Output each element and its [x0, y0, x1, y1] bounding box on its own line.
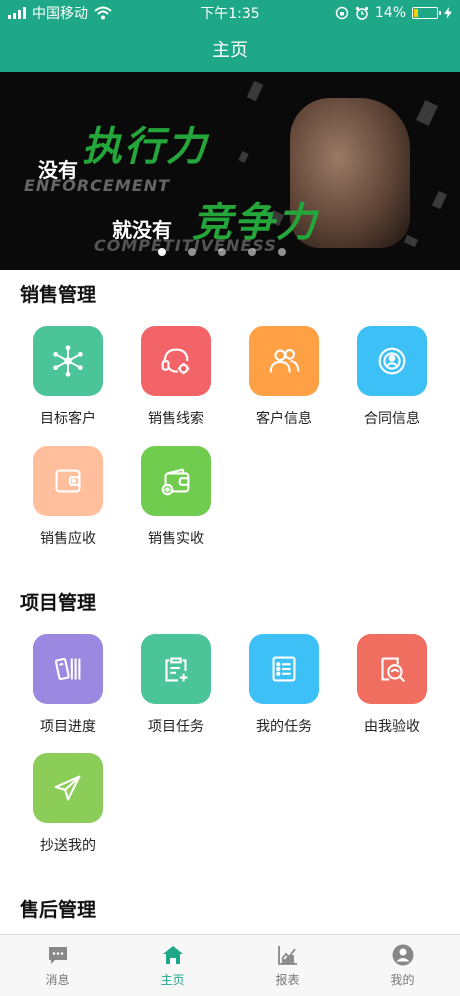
tile-project-progress[interactable]	[33, 634, 103, 704]
network-icon	[53, 345, 83, 377]
grid-item-cc-me[interactable]: 抄送我的	[13, 753, 123, 855]
carousel-dots	[158, 248, 286, 256]
message-icon	[48, 947, 67, 964]
grid-label: 合同信息	[364, 411, 420, 427]
grid-item-my-tasks[interactable]: 我的任务	[229, 634, 339, 736]
list-icon	[272, 656, 296, 682]
grid-label: 项目任务	[148, 719, 204, 735]
contract-icon	[378, 347, 406, 375]
carousel-dot[interactable]	[158, 248, 166, 256]
grid-label: 目标客户	[40, 411, 96, 427]
section-title-projects: 项目管理	[20, 592, 97, 614]
carousel-dot[interactable]	[218, 248, 226, 256]
grid-label: 客户信息	[256, 411, 312, 427]
carousel-dot[interactable]	[248, 248, 256, 256]
banner-text-line1-sub: ENFORCEMENT	[24, 176, 170, 195]
grid-label: 项目进度	[40, 719, 96, 735]
tile-contract-info[interactable]	[357, 326, 427, 396]
tile-sales-received[interactable]	[141, 446, 211, 516]
battery-icon	[412, 7, 441, 19]
grid-label: 销售应收	[40, 531, 96, 547]
tab-label: 报表	[275, 973, 300, 987]
wallet-icon	[55, 469, 81, 493]
grid-item-sales-leads[interactable]: 销售线索	[121, 326, 231, 428]
grid-item-project-tasks[interactable]: 项目任务	[121, 634, 231, 736]
tab-reports[interactable]: 报表	[230, 935, 345, 996]
tile-customer-info[interactable]	[249, 326, 319, 396]
tile-my-tasks[interactable]	[249, 634, 319, 704]
tab-profile[interactable]: 我的	[345, 935, 460, 996]
tab-label: 主页	[160, 973, 185, 987]
grid-item-target-customers[interactable]: 目标客户	[13, 326, 123, 428]
inspect-icon	[381, 657, 406, 683]
tile-project-tasks[interactable]	[141, 634, 211, 704]
page-title: 主页	[212, 40, 248, 61]
section-title-sales: 销售管理	[20, 284, 97, 306]
lock-rotation-icon	[335, 6, 349, 20]
wifi-icon	[94, 6, 112, 20]
wallet-add-icon	[161, 468, 190, 496]
tile-sales-leads[interactable]	[141, 326, 211, 396]
grid-item-my-acceptance[interactable]: 由我验收	[337, 634, 447, 736]
status-bar: 中国移动 下午1:35 14%	[0, 0, 460, 26]
grid-label: 销售线索	[148, 411, 204, 427]
grid-label: 抄送我的	[40, 838, 96, 854]
alarm-icon	[355, 6, 368, 20]
carousel-dot[interactable]	[188, 248, 196, 256]
profile-icon	[392, 944, 413, 966]
grid-label: 由我验收	[364, 719, 420, 735]
grid-item-customer-info[interactable]: 客户信息	[229, 326, 339, 428]
grid-item-project-progress[interactable]: 项目进度	[13, 634, 123, 736]
banner-carousel[interactable]: 没有 执行力 ENFORCEMENT 就没有 竞争力 COMPETITIVENE…	[0, 72, 460, 270]
tab-messages[interactable]: 消息	[0, 935, 115, 996]
progress-icon	[54, 657, 81, 681]
grid-label: 我的任务	[256, 719, 312, 735]
tile-cc-me[interactable]	[33, 753, 103, 823]
carrier-name: 中国移动	[32, 6, 88, 22]
tile-sales-receivable[interactable]	[33, 446, 103, 516]
grid-item-sales-receivable[interactable]: 销售应收	[13, 446, 123, 548]
headset-icon	[161, 348, 190, 375]
section-title-after-sales: 售后管理	[20, 899, 97, 921]
tab-label: 我的	[390, 973, 415, 987]
home-icon	[162, 946, 183, 964]
grid-item-contract-info[interactable]: 合同信息	[337, 326, 447, 428]
grid-item-sales-received[interactable]: 销售实收	[121, 446, 231, 548]
clipboard-icon	[165, 657, 188, 682]
battery-percent: 14%	[374, 5, 406, 21]
banner-text-line1-main: 执行力	[82, 124, 208, 170]
status-time: 下午1:35	[200, 6, 260, 22]
tile-my-acceptance[interactable]	[357, 634, 427, 704]
charging-icon	[444, 7, 452, 19]
tab-home[interactable]: 主页	[115, 935, 230, 996]
tile-target-customers[interactable]	[33, 326, 103, 396]
tab-bar: 消息 主页 报表 我的	[0, 934, 460, 996]
signal-icon	[8, 7, 26, 19]
carousel-dot[interactable]	[278, 248, 286, 256]
tab-label: 消息	[45, 973, 70, 987]
grid-label: 销售实收	[148, 531, 204, 547]
send-icon	[54, 775, 81, 801]
report-icon	[277, 946, 297, 965]
nav-bar: 主页	[0, 26, 460, 72]
users-icon	[269, 349, 300, 373]
